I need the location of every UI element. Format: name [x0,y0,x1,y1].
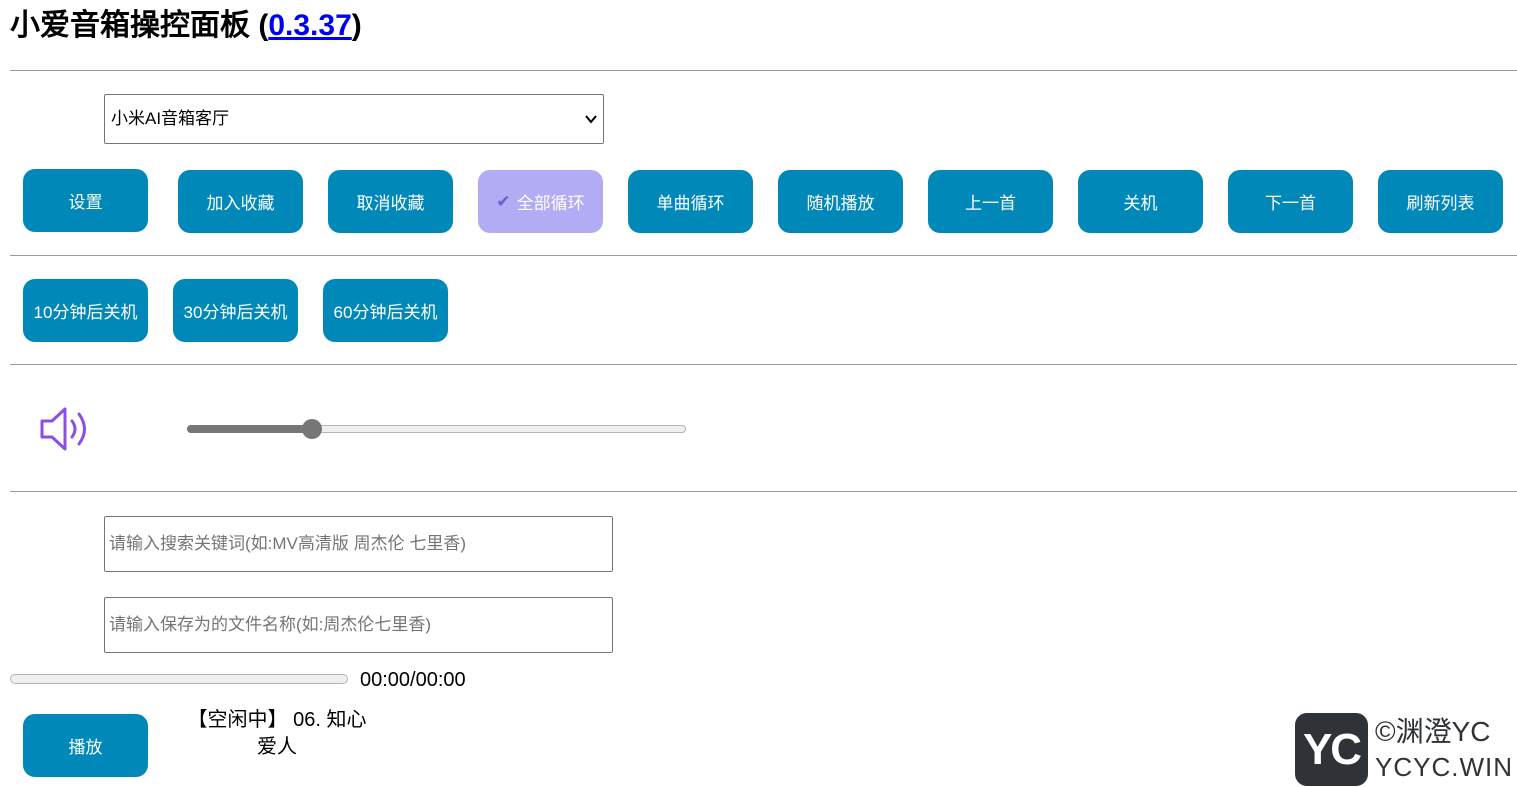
button-label: 60分钟后关机 [333,303,438,322]
version-prefix: ( [258,9,269,42]
previous-button[interactable]: 上一首 [928,170,1053,233]
timer-60min-button[interactable]: 60分钟后关机 [323,279,448,342]
divider [10,255,1517,256]
page-title: 小爱音箱操控面板 (0.3.37) [10,6,362,46]
button-label: 上一首 [965,194,1016,213]
divider [10,70,1517,71]
status-line-1: 【空闲中】 06. 知心 [187,709,367,731]
refresh-list-button[interactable]: 刷新列表 [1378,170,1503,233]
watermark-logo: YC [1295,713,1368,786]
watermark-copyright: ©渊澄YC [1375,716,1491,747]
loop-all-button[interactable]: ✔ 全部循环 [478,170,603,233]
watermark-domain: YCYC.WIN [1375,752,1513,782]
button-label: 取消收藏 [356,194,425,213]
button-label: 单曲循环 [656,194,725,213]
speaker-icon[interactable] [40,405,92,453]
button-label: 加入收藏 [206,194,275,213]
remove-favorite-button[interactable]: 取消收藏 [328,170,453,233]
add-favorite-button[interactable]: 加入收藏 [178,170,303,233]
button-label: 关机 [1123,194,1158,213]
timer-10min-button[interactable]: 10分钟后关机 [23,279,148,342]
version-suffix: ) [351,9,362,42]
filename-input[interactable] [104,597,613,653]
play-button[interactable]: 播放 [23,714,148,777]
timer-30min-button[interactable]: 30分钟后关机 [173,279,298,342]
shuffle-button[interactable]: 随机播放 [778,170,903,233]
device-select[interactable]: 小米AI音箱客厅 [104,94,604,144]
page: 小爱音箱操控面板 (0.3.37) 小米AI音箱客厅 设置 加入收藏 取消收藏 … [0,0,1517,787]
loop-one-button[interactable]: 单曲循环 [628,170,753,233]
button-label: 30分钟后关机 [183,303,288,322]
status-text: 【空闲中】 06. 知心 爱人 [184,707,370,761]
volume-thumb[interactable] [301,419,322,439]
watermark: YC ©渊澄YC YCYC.WIN [1295,713,1513,787]
volume-fill [187,425,312,433]
button-label: 10分钟后关机 [33,303,138,322]
button-label: 全部循环 [516,194,585,213]
button-label: 设置 [68,193,103,212]
search-input[interactable] [104,516,613,572]
version-link[interactable]: 0.3.37 [268,9,351,42]
chevron-down-icon [585,95,597,162]
button-label: 随机播放 [806,194,875,213]
volume-slider[interactable] [187,419,686,439]
divider [10,491,1517,492]
app-title: 小爱音箱操控面板 [10,9,250,42]
playback-time: 00:00/00:00 [360,669,466,691]
divider [10,364,1517,365]
playback-progress[interactable] [10,674,348,684]
status-line-2: 爱人 [257,736,297,758]
button-label: 下一首 [1265,194,1316,213]
settings-button[interactable]: 设置 [23,169,148,232]
next-button[interactable]: 下一首 [1228,170,1353,233]
button-label: 刷新列表 [1406,194,1475,213]
device-select-value: 小米AI音箱客厅 [111,109,230,128]
power-off-button[interactable]: 关机 [1078,170,1203,233]
check-icon: ✔ [496,191,511,211]
button-label: 播放 [68,738,103,757]
